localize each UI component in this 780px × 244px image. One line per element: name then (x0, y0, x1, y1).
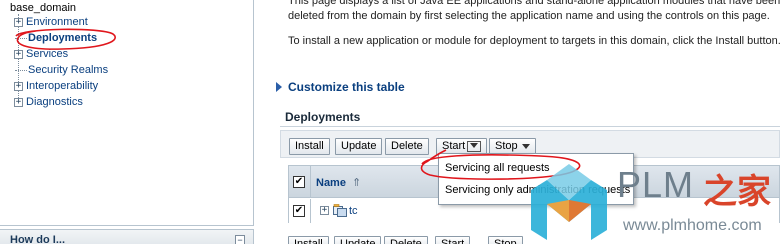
watermark-url: www.plmhome.com (623, 217, 762, 234)
how-do-i-title: How do I... (10, 234, 65, 244)
row-checkbox[interactable]: ✔ (293, 205, 305, 217)
install-button[interactable]: Install (289, 138, 330, 155)
stop-dropdown-button[interactable]: Stop (488, 236, 523, 244)
delete-button[interactable]: Delete (385, 138, 429, 155)
section-divider (280, 126, 780, 127)
description-line-1: This page displays a list of Java EE app… (288, 0, 780, 7)
application-icon (333, 204, 347, 217)
install-instructions: To install a new application or module f… (288, 35, 780, 47)
chevron-down-icon[interactable] (467, 140, 482, 152)
expand-icon[interactable]: + (14, 49, 23, 59)
tree-item-deployments[interactable]: Deployments (14, 31, 97, 45)
tree-item-label[interactable]: Interoperability (26, 80, 98, 92)
customize-table-label[interactable]: Customize this table (288, 80, 405, 94)
tree-item-services[interactable]: + Services (14, 47, 68, 61)
tree-branch-line (15, 37, 27, 39)
expand-icon[interactable]: + (320, 206, 329, 215)
deployments-section-title: Deployments (285, 110, 361, 124)
delete-button-label[interactable]: Delete (391, 140, 423, 152)
expand-icon[interactable]: + (14, 17, 23, 27)
tree-branch-line (15, 69, 27, 71)
tree-item-security-realms[interactable]: Security Realms (14, 63, 108, 77)
collapse-icon[interactable]: − (235, 235, 245, 244)
install-button[interactable]: Install (288, 236, 329, 244)
domain-structure-panel: base_domain + Environment Deployments + … (0, 0, 254, 226)
chevron-down-icon[interactable] (521, 143, 530, 149)
page-description: This page displays a list of Java EE app… (288, 0, 780, 24)
watermark-brand-cn: 之家 (703, 172, 771, 212)
plmhome-watermark: PLM 之家 www.plmhome.com (527, 160, 780, 244)
sort-icon[interactable]: ⇑ (352, 176, 361, 189)
name-column-header[interactable]: Name (316, 177, 346, 189)
expand-icon[interactable]: + (14, 97, 23, 107)
tree-item-environment[interactable]: + Environment (14, 15, 88, 29)
expand-icon[interactable]: + (14, 81, 23, 91)
tree-root-base-domain[interactable]: base_domain (10, 2, 76, 14)
tree-item-label[interactable]: Environment (26, 16, 88, 28)
watermark-brand: PLM (617, 164, 695, 205)
customize-table-link[interactable]: Customize this table (276, 80, 405, 94)
tree-item-interoperability[interactable]: + Interoperability (14, 79, 98, 93)
tree-item-label[interactable]: Services (26, 48, 68, 60)
select-all-column: ✔ (289, 166, 311, 198)
tree-item-label[interactable]: Deployments (28, 32, 97, 44)
select-all-checkbox[interactable]: ✔ (293, 176, 305, 188)
expand-triangle-icon[interactable] (276, 82, 282, 92)
plmhome-logo-icon (531, 164, 607, 240)
update-button[interactable]: Update (335, 138, 383, 155)
tree-item-diagnostics[interactable]: + Diagnostics (14, 95, 83, 109)
start-button-label[interactable]: Start (442, 140, 465, 152)
update-button[interactable]: Update (334, 236, 382, 244)
stop-button-label[interactable]: Stop (495, 140, 518, 152)
delete-button[interactable]: Delete (384, 236, 428, 244)
tree-item-label[interactable]: Diagnostics (26, 96, 83, 108)
description-line-2: deleted from the domain by first selecti… (288, 10, 770, 22)
tree-item-label[interactable]: Security Realms (28, 64, 108, 76)
row-select-column: ✔ (289, 199, 311, 223)
how-do-i-panel-header: How do I... − (0, 229, 254, 244)
start-dropdown-button[interactable]: Start (435, 236, 471, 244)
deployment-name-link[interactable]: tc (349, 205, 358, 217)
